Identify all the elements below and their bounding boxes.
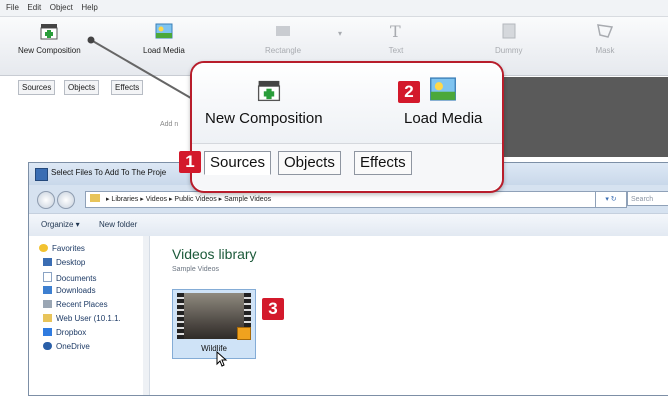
file-item-wildlife[interactable]: Wildlife (172, 289, 256, 359)
dummy-icon (502, 23, 516, 39)
breadcrumb-videos[interactable]: Videos (146, 196, 167, 203)
recent-places-icon (43, 300, 52, 308)
desktop-icon (43, 258, 52, 266)
tab-sources[interactable]: Sources (204, 151, 272, 175)
rectangle-button[interactable]: Rectangle (265, 21, 301, 55)
callout-toolbar: New Composition 2 Load Media (192, 63, 502, 143)
svg-text:T: T (390, 22, 401, 41)
zoom-callout: New Composition 2 Load Media 1 Sources O… (179, 61, 504, 193)
image-icon (155, 23, 173, 39)
navigation-pane: Favorites Desktop Documents Downloads Re… (29, 236, 150, 395)
new-composition-label: New Composition (18, 46, 81, 55)
film-strip-left (177, 293, 184, 339)
onedrive-icon (43, 342, 52, 350)
star-icon (39, 244, 48, 252)
search-input[interactable]: Search (627, 191, 668, 206)
nav-onedrive[interactable]: OneDrive (43, 342, 90, 351)
library-title: Videos library (172, 246, 257, 262)
nav-dropbox[interactable]: Dropbox (43, 328, 86, 337)
play-icon (237, 327, 251, 340)
library-subtitle: Sample Videos (172, 266, 219, 273)
menu-help[interactable]: Help (81, 0, 97, 16)
tab-effects[interactable]: Effects (354, 151, 412, 175)
documents-icon (43, 272, 52, 282)
mask-icon (597, 24, 614, 38)
left-panel-tabs: Sources Objects Effects (18, 80, 193, 95)
new-composition-button[interactable]: New Composition (18, 21, 81, 55)
image-icon (430, 77, 456, 101)
menu-file[interactable]: File (6, 0, 19, 16)
breadcrumb-public-videos[interactable]: Public Videos (174, 196, 216, 203)
menu-object[interactable]: Object (50, 0, 73, 16)
clapperboard-icon (257, 80, 281, 102)
file-name: Wildlife (201, 344, 227, 353)
menu-edit[interactable]: Edit (27, 0, 41, 16)
nav-downloads[interactable]: Downloads (43, 286, 96, 295)
text-button[interactable]: T Text (385, 21, 407, 55)
dialog-title: Select Files To Add To The Proje (51, 168, 167, 177)
rectangle-label: Rectangle (265, 46, 302, 55)
dropbox-icon (43, 328, 52, 336)
tab-effects-small[interactable]: Effects (111, 80, 144, 95)
text-icon: T (390, 22, 401, 41)
load-media-button-zoom[interactable]: Load Media (404, 110, 482, 127)
menu-bar: File Edit Object Help (0, 0, 668, 17)
mask-label: Mask (595, 46, 615, 55)
badge-3: 3 (262, 298, 284, 320)
dummy-button[interactable]: Dummy (495, 21, 523, 55)
select-files-dialog: Select Files To Add To The Proje ▸ Libra… (28, 162, 668, 396)
breadcrumb-libraries[interactable]: Libraries (111, 196, 138, 203)
dummy-label: Dummy (495, 46, 523, 55)
nav-scrollbar[interactable] (143, 236, 149, 395)
downloads-icon (43, 286, 52, 294)
add-hint-text: Add n (160, 121, 179, 128)
tab-sources-small[interactable]: Sources (18, 80, 56, 95)
badge-1: 1 (179, 151, 201, 173)
nav-documents[interactable]: Documents (43, 272, 96, 283)
forward-button[interactable] (57, 191, 75, 209)
dropdown-arrow[interactable]: ▾ (338, 29, 342, 38)
breadcrumb-sample-videos[interactable]: Sample Videos (224, 196, 271, 203)
badge-2: 2 (398, 81, 420, 103)
new-composition-button-zoom[interactable]: New Composition (205, 110, 323, 127)
refresh-button[interactable]: ▾ ↻ (595, 191, 627, 208)
command-bar: Organize ▾ New folder (29, 213, 668, 237)
tab-objects[interactable]: Objects (278, 151, 341, 175)
nav-desktop[interactable]: Desktop (43, 258, 85, 267)
file-list: Videos library Sample Videos Wildlife (150, 236, 668, 395)
load-media-button[interactable]: Load Media (143, 21, 185, 55)
mouse-cursor-icon (216, 351, 228, 367)
back-button[interactable] (37, 191, 55, 209)
folder-icon (90, 194, 100, 202)
nav-recent-places[interactable]: Recent Places (43, 300, 108, 309)
nav-favorites[interactable]: Favorites (39, 244, 85, 253)
folder-icon (43, 314, 52, 322)
video-thumbnail (177, 293, 251, 340)
tab-objects-small[interactable]: Objects (64, 80, 100, 95)
app-window-icon (35, 168, 48, 181)
breadcrumb[interactable]: ▸ Libraries ▸ Videos ▸ Public Videos ▸ S… (85, 191, 597, 208)
clapperboard-icon (40, 24, 58, 40)
load-media-label: Load Media (143, 46, 185, 55)
mask-button[interactable]: Mask (594, 21, 616, 55)
new-folder-button[interactable]: New folder (99, 220, 137, 229)
text-label: Text (388, 46, 404, 55)
nav-web-user[interactable]: Web User (10.1.1. (43, 314, 121, 323)
rectangle-icon (276, 26, 291, 36)
organize-button[interactable]: Organize ▾ (41, 220, 80, 229)
callout-tabs: 1 Sources Objects Effects (179, 143, 502, 190)
